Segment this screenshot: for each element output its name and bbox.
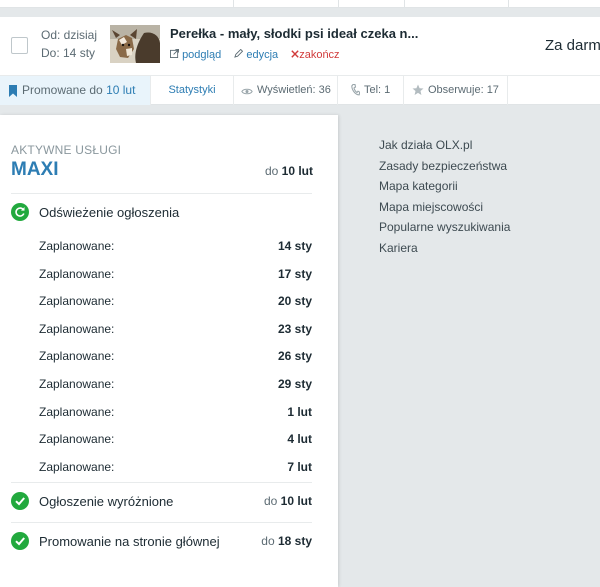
- package-until: do 10 lut: [265, 164, 313, 178]
- homepage-until-date: 18 sty: [277, 534, 312, 548]
- end-label: zakończ: [299, 49, 340, 61]
- schedule-row: Zaplanowane: 29 sty: [39, 377, 312, 393]
- footer-link[interactable]: Zasady bezpieczeństwa: [379, 158, 510, 179]
- schedule-row: Zaplanowane: 4 lut: [39, 432, 312, 448]
- schedule-label: Zaplanowane:: [39, 349, 115, 364]
- star-icon: [412, 84, 424, 95]
- homepage-label: Promowanie na stronie głównej: [39, 534, 220, 549]
- stats-bar: Promowane do 10 lut Statystyki Wyświetle…: [0, 75, 600, 105]
- phone-count: Tel: 1: [338, 76, 404, 105]
- watchers-label: Obserwuje: 17: [428, 84, 499, 96]
- promo-prefix: Promowane do: [22, 83, 103, 97]
- promoted-until-tab[interactable]: Promowane do 10 lut: [0, 76, 151, 105]
- homepage-service: Promowanie na stronie głównej do 18 sty: [11, 532, 312, 552]
- views-count: Wyświetleń: 36: [234, 76, 338, 105]
- listing-price: Za darmo: [545, 37, 600, 54]
- schedule-date: 14 sty: [277, 239, 312, 253]
- watchers-count: Obserwuje: 17: [404, 76, 508, 105]
- package-until-date: 10 lut: [281, 164, 313, 178]
- schedule-row: Zaplanowane: 26 sty: [39, 349, 312, 365]
- puppy-photo-icon: [110, 25, 160, 63]
- edit-label: edycja: [246, 49, 279, 61]
- schedule-date: 7 lut: [287, 459, 312, 474]
- schedule-row: Zaplanowane: 7 lut: [39, 460, 312, 476]
- external-link-icon: [170, 49, 179, 58]
- end-link[interactable]: zakończ: [291, 49, 344, 61]
- schedule-label: Zaplanowane:: [39, 266, 115, 281]
- schedule-label: Zaplanowane:: [39, 377, 115, 391]
- edit-link[interactable]: edycja: [234, 48, 283, 61]
- schedule-label: Zaplanowane:: [39, 294, 115, 309]
- close-icon: [291, 50, 299, 58]
- listing-checkbox[interactable]: [11, 37, 28, 54]
- schedule-date: 4 lut: [287, 432, 312, 447]
- panel-caption: AKTYWNE USŁUGI: [11, 143, 122, 157]
- schedule-row: Zaplanowane: 20 sty: [39, 294, 312, 310]
- pencil-icon: [234, 48, 244, 58]
- strip-divider: [404, 0, 405, 8]
- strip-divider: [233, 0, 234, 8]
- featured-until: do 10 lut: [264, 494, 312, 508]
- views-label: Wyświetleń: 36: [257, 84, 331, 96]
- top-strip: [0, 0, 600, 8]
- featured-prefix: do: [263, 494, 278, 508]
- checkmark-icon: [11, 492, 29, 510]
- footer-link[interactable]: Popularne wyszukiwania: [379, 219, 510, 240]
- promo-date: 10 lut: [106, 83, 136, 97]
- phone-icon: [351, 83, 361, 96]
- date-from: Od: dzisiaj: [41, 28, 98, 42]
- preview-link[interactable]: podgląd: [170, 49, 226, 61]
- refresh-icon: [11, 203, 29, 221]
- package-name: MAXI: [11, 159, 59, 180]
- schedule-row: Zaplanowane: 1 lut: [39, 405, 312, 421]
- schedule-label: Zaplanowane:: [39, 239, 115, 253]
- schedule-date: 23 sty: [277, 321, 312, 336]
- schedule-label: Zaplanowane:: [39, 459, 115, 474]
- schedule-label: Zaplanowane:: [39, 432, 115, 447]
- footer-link[interactable]: Jak działa OLX.pl: [379, 137, 510, 158]
- schedule-date: 20 sty: [277, 294, 312, 309]
- featured-until-date: 10 lut: [280, 494, 312, 508]
- schedule-label: Zaplanowane:: [39, 321, 115, 336]
- preview-label: podgląd: [182, 49, 222, 61]
- featured-label: Ogłoszenie wyróżnione: [39, 494, 174, 509]
- schedule-date: 1 lut: [287, 404, 312, 419]
- divider: [11, 522, 312, 523]
- homepage-prefix: do: [261, 534, 275, 548]
- schedule-row: Zaplanowane: 23 sty: [39, 322, 312, 338]
- eye-icon: [241, 88, 253, 95]
- statistics-link[interactable]: Statystyki: [151, 76, 234, 105]
- phone-label: Tel: 1: [364, 84, 391, 96]
- footer-links: Jak działa OLX.pl Zasady bezpieczeństwa Ma…: [379, 137, 510, 261]
- strip-divider: [338, 0, 339, 8]
- divider: [11, 482, 312, 483]
- listing-title[interactable]: Perełka - mały, słodki psi ideał czeka n…: [170, 26, 418, 41]
- schedule-row: Zaplanowane: 17 sty: [39, 267, 312, 283]
- featured-service: Ogłoszenie wyróżnione do 10 lut: [11, 492, 312, 512]
- checkmark-icon: [11, 532, 29, 550]
- schedule-label: Zaplanowane:: [39, 404, 115, 419]
- schedule-date: 26 sty: [277, 349, 312, 364]
- listing-dates: Od: dzisiaj Do: 14 sty: [41, 26, 97, 62]
- footer-link[interactable]: Mapa miejscowości: [379, 199, 510, 220]
- footer-link[interactable]: Kariera: [379, 240, 510, 261]
- strip-divider: [508, 0, 509, 8]
- divider: [11, 193, 312, 194]
- schedule-date: 29 sty: [277, 377, 312, 391]
- listing-actions: podgląd edycja zakończ: [170, 48, 350, 61]
- schedule-date: 17 sty: [277, 266, 312, 281]
- refresh-label: Odświeżenie ogłoszenia: [39, 205, 180, 220]
- date-to: Do: 14 sty: [41, 46, 96, 60]
- homepage-until: do 18 sty: [261, 534, 312, 548]
- refresh-service: Odświeżenie ogłoszenia: [11, 203, 312, 223]
- package-until-prefix: do: [264, 164, 279, 178]
- listing-row: Od: dzisiaj Do: 14 sty Perełka - mały, s…: [0, 17, 600, 75]
- schedule-row: Zaplanowane: 14 sty: [39, 239, 312, 255]
- bookmark-icon: [9, 85, 17, 97]
- listing-thumbnail[interactable]: [110, 25, 160, 63]
- active-services-panel: AKTYWNE USŁUGI MAXI do 10 lut Odświeżeni…: [0, 115, 338, 587]
- footer-link[interactable]: Mapa kategorii: [379, 178, 510, 199]
